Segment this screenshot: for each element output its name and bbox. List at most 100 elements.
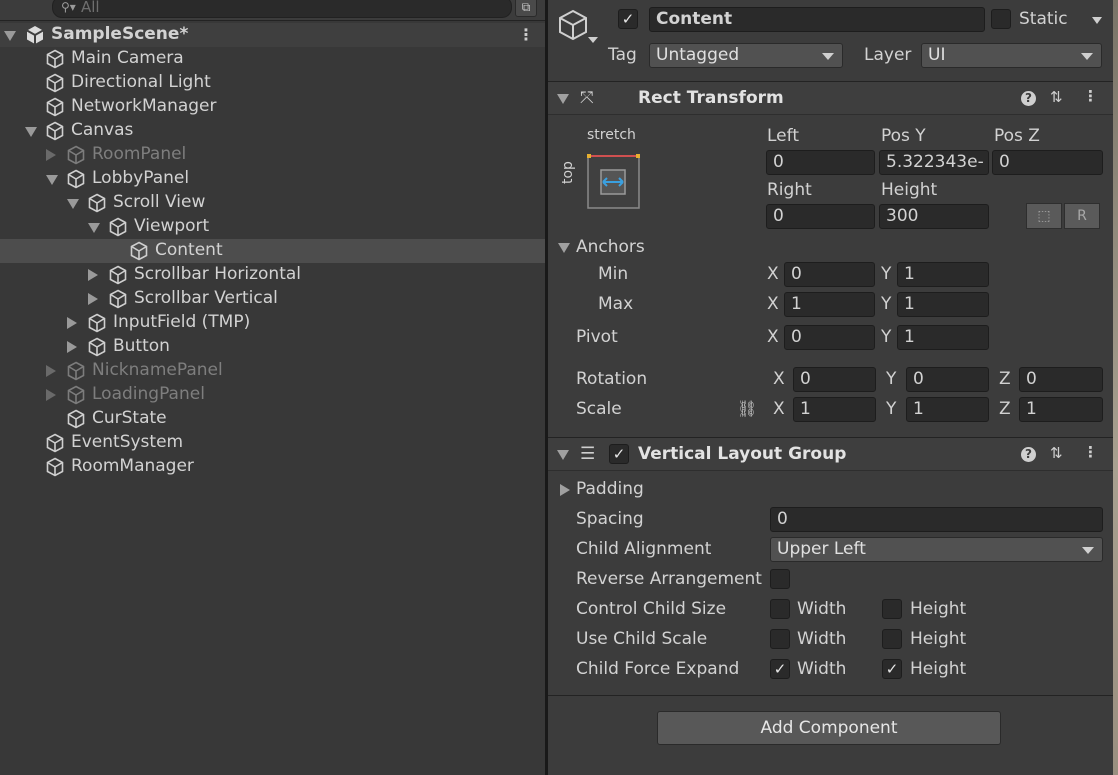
hierarchy-item[interactable]: Directional Light xyxy=(0,71,545,95)
right-field[interactable]: 0 xyxy=(766,204,875,229)
anchor-min-y-field[interactable]: 1 xyxy=(897,262,989,287)
component-enabled-checkbox[interactable]: ✓ xyxy=(609,444,629,464)
raw-edit-button[interactable]: R xyxy=(1064,203,1100,229)
hierarchy-item[interactable]: Viewport xyxy=(0,215,545,239)
rotation-z-field[interactable]: 0 xyxy=(1019,367,1103,392)
object-name-field[interactable]: Content xyxy=(649,7,985,32)
help-icon[interactable]: ? xyxy=(1021,91,1036,106)
hierarchy-item[interactable]: Button xyxy=(0,335,545,359)
static-dropdown-icon[interactable] xyxy=(1092,17,1102,24)
layout-group-icon: ☰ xyxy=(580,444,596,464)
use-child-scale-label: Use Child Scale xyxy=(576,629,708,649)
anchor-max-y-field[interactable]: 1 xyxy=(897,292,989,317)
chevron-right-icon[interactable] xyxy=(46,389,56,401)
y-label: Y xyxy=(881,294,892,314)
gameobject-icon[interactable] xyxy=(558,8,592,42)
spacing-field[interactable]: 0 xyxy=(770,507,1103,532)
control-width-checkbox[interactable] xyxy=(770,599,790,619)
child-alignment-dropdown[interactable]: Upper Left xyxy=(770,537,1103,562)
reverse-arrangement-checkbox[interactable] xyxy=(770,569,790,589)
height-field[interactable]: 300 xyxy=(879,204,989,229)
hierarchy-item[interactable]: InputField (TMP) xyxy=(0,311,545,335)
hierarchy-item[interactable]: Main Camera xyxy=(0,47,545,71)
hierarchy-item[interactable]: NetworkManager xyxy=(0,95,545,119)
left-field[interactable]: 0 xyxy=(766,150,875,175)
section-divider xyxy=(548,695,1118,696)
anchor-max-x-field[interactable]: 1 xyxy=(784,292,875,317)
chevron-down-icon[interactable] xyxy=(558,243,570,253)
scale-y-field[interactable]: 1 xyxy=(906,397,989,422)
chevron-down-icon[interactable] xyxy=(46,175,58,185)
hierarchy-search-input[interactable]: ⚲▾ All xyxy=(52,0,512,18)
chevron-down-icon[interactable] xyxy=(557,450,569,460)
hierarchy-item-label: RoomManager xyxy=(71,456,194,476)
vertical-layout-group-header[interactable]: ☰ ✓ Vertical Layout Group ? ⇅ ⋮ xyxy=(548,437,1118,471)
posz-field[interactable]: 0 xyxy=(992,150,1103,175)
chevron-down-icon[interactable] xyxy=(67,199,79,209)
hierarchy-item-label: LobbyPanel xyxy=(92,168,190,188)
anchor-min-x-field[interactable]: 0 xyxy=(784,262,875,287)
chevron-right-icon[interactable] xyxy=(560,484,570,496)
rotation-x-field[interactable]: 0 xyxy=(793,367,876,392)
blueprint-mode-button[interactable]: ⬚ xyxy=(1026,203,1062,229)
hierarchy-item[interactable]: NicknamePanel xyxy=(0,359,545,383)
hierarchy-item-label: RoomPanel xyxy=(92,144,187,164)
hierarchy-item[interactable]: CurState xyxy=(0,407,545,431)
rect-transform-header[interactable]: ⤧ Rect Transform ? ⇅ ⋮ xyxy=(548,81,1118,115)
hierarchy-item[interactable]: Scrollbar Vertical xyxy=(0,287,545,311)
expand-width-checkbox[interactable]: ✓ xyxy=(770,659,790,679)
chevron-right-icon[interactable] xyxy=(67,341,77,353)
more-menu-icon[interactable]: ⋮ xyxy=(1083,87,1098,105)
tag-dropdown[interactable]: Untagged xyxy=(649,43,843,68)
scene-menu-icon[interactable]: ⋮ xyxy=(518,25,534,44)
static-checkbox[interactable] xyxy=(991,9,1011,29)
scale-x-field[interactable]: 1 xyxy=(793,397,876,422)
help-icon[interactable]: ? xyxy=(1021,447,1036,462)
hierarchy-search-bar: ⚲▾ All ⧉ xyxy=(0,0,545,21)
chevron-right-icon[interactable] xyxy=(88,269,98,281)
scale-width-checkbox[interactable] xyxy=(770,629,790,649)
gameobject-icon xyxy=(88,337,106,357)
hierarchy-item[interactable]: Scroll View xyxy=(0,191,545,215)
presets-icon[interactable]: ⇅ xyxy=(1050,444,1063,462)
active-checkbox[interactable]: ✓ xyxy=(618,9,638,29)
chevron-down-icon[interactable] xyxy=(4,31,16,41)
chevron-right-icon[interactable] xyxy=(88,293,98,305)
layer-dropdown[interactable]: UI xyxy=(921,43,1102,68)
hierarchy-item[interactable]: LobbyPanel xyxy=(0,167,545,191)
constrain-proportions-icon[interactable]: ⛓ xyxy=(737,399,757,418)
hierarchy-item[interactable]: Scrollbar Horizontal xyxy=(0,263,545,287)
chevron-down-icon[interactable] xyxy=(557,94,569,104)
expand-height-checkbox[interactable]: ✓ xyxy=(882,659,902,679)
chevron-right-icon[interactable] xyxy=(46,149,56,161)
scale-z-field[interactable]: 1 xyxy=(1019,397,1103,422)
hierarchy-item[interactable]: Content xyxy=(0,239,545,263)
posy-field[interactable]: 5.322343e- xyxy=(879,150,989,175)
chevron-down-icon xyxy=(1081,53,1093,60)
scene-row[interactable]: SampleScene* ⋮ xyxy=(0,23,545,47)
hierarchy-item[interactable]: Canvas xyxy=(0,119,545,143)
scale-height-checkbox[interactable] xyxy=(882,629,902,649)
pivot-y-field[interactable]: 1 xyxy=(897,325,989,350)
rotation-y-field[interactable]: 0 xyxy=(906,367,989,392)
hierarchy-item[interactable]: EventSystem xyxy=(0,431,545,455)
pivot-x-field[interactable]: 0 xyxy=(784,325,875,350)
chevron-right-icon[interactable] xyxy=(67,317,77,329)
more-menu-icon[interactable]: ⋮ xyxy=(1083,443,1098,461)
expand-collapse-icon[interactable]: ⧉ xyxy=(515,0,537,17)
control-height-checkbox[interactable] xyxy=(882,599,902,619)
icon-dropdown-icon[interactable] xyxy=(588,37,598,43)
chevron-right-icon[interactable] xyxy=(46,365,56,377)
hierarchy-item-label: NetworkManager xyxy=(71,96,217,116)
chevron-down-icon[interactable] xyxy=(88,223,100,233)
height-label: Height xyxy=(910,659,967,679)
hierarchy-item[interactable]: RoomManager xyxy=(0,455,545,479)
anchor-preset-icon[interactable] xyxy=(587,153,641,211)
add-component-button[interactable]: Add Component xyxy=(657,711,1001,745)
hierarchy-item[interactable]: RoomPanel xyxy=(0,143,545,167)
chevron-down-icon[interactable] xyxy=(25,127,37,137)
padding-label[interactable]: Padding xyxy=(576,479,644,499)
hierarchy-item[interactable]: LoadingPanel xyxy=(0,383,545,407)
pivot-label: Pivot xyxy=(576,327,618,347)
presets-icon[interactable]: ⇅ xyxy=(1050,88,1063,106)
